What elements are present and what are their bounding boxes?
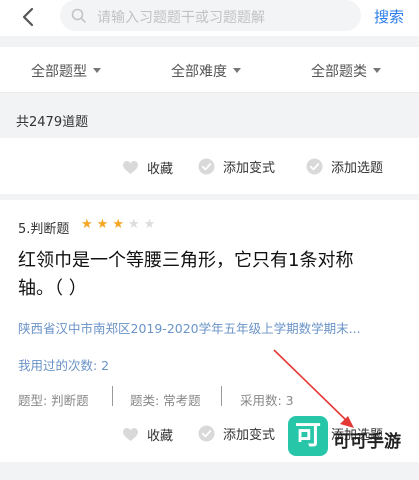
filter-label: 全部难度	[171, 64, 227, 80]
filter-category[interactable]: 全部题类	[311, 61, 381, 81]
add-variant-label: 添加变式	[223, 161, 276, 176]
chevron-down-icon	[373, 67, 381, 73]
question-card-previous: 收藏 添加变式 添加选题	[0, 138, 419, 194]
check-circle-icon	[198, 158, 215, 175]
star-filled-icon: ★	[112, 217, 124, 232]
top-bar: 请输入习题题干或习题题解 搜索	[0, 0, 419, 36]
search-icon	[71, 8, 86, 23]
favorite-button[interactable]: 收藏	[122, 425, 173, 444]
star-empty-icon: ★	[143, 217, 156, 232]
favorite-label: 收藏	[147, 162, 174, 177]
filter-difficulty[interactable]: 全部难度	[171, 61, 241, 81]
check-circle-icon	[198, 425, 215, 442]
favorite-label: 收藏	[147, 429, 174, 444]
star-filled-icon: ★	[96, 217, 109, 232]
list-spacer	[0, 462, 419, 480]
add-question-label: 添加选题	[331, 161, 384, 176]
add-variant-button[interactable]: 添加变式	[198, 157, 275, 176]
search-button[interactable]: 搜索	[374, 6, 404, 27]
question-source-link[interactable]: 陕西省汉中市南郑区2019-2020学年五年级上学期数学期末...	[18, 318, 391, 337]
used-count: 我用过的次数: 2	[18, 358, 110, 373]
check-circle-icon	[306, 158, 323, 175]
star-filled-icon: ★	[81, 217, 93, 232]
difficulty-stars: ★ ★ ★ ★ ★	[81, 217, 155, 232]
add-question-button[interactable]: 添加选题	[306, 157, 383, 176]
star-empty-icon: ★	[127, 217, 140, 232]
filter-label: 全部题类	[311, 64, 367, 80]
meta-type: 题型: 判断题	[18, 393, 89, 408]
filter-label: 全部题型	[31, 64, 87, 80]
favorite-button[interactable]: 收藏	[122, 158, 173, 177]
question-stem: 红领巾是一个等腰三角形，它只有1条对称轴。（ ）	[18, 250, 354, 299]
chevron-down-icon	[93, 67, 101, 73]
question-number-type: 5.判断题	[18, 222, 70, 237]
add-variant-button[interactable]: 添加变式	[198, 424, 275, 443]
add-variant-label: 添加变式	[223, 428, 276, 443]
divider	[112, 386, 113, 406]
heart-icon	[123, 428, 138, 441]
watermark-text: 可可手游	[333, 432, 401, 452]
search-input[interactable]: 请输入习题题干或习题题解	[60, 0, 361, 31]
filter-bar: 全部题型 全部难度 全部题类	[0, 47, 419, 93]
back-arrow-icon[interactable]	[18, 6, 40, 28]
filter-question-type[interactable]: 全部题型	[31, 61, 101, 81]
divider	[221, 386, 222, 406]
chevron-down-icon	[233, 67, 241, 73]
heart-icon	[123, 161, 138, 174]
search-placeholder: 请输入习题题干或习题题解	[97, 10, 265, 26]
total-count: 共2479道题	[16, 115, 89, 130]
meta-category: 题类: 常考题	[130, 393, 201, 408]
watermark-logo-icon: 可	[288, 416, 328, 456]
